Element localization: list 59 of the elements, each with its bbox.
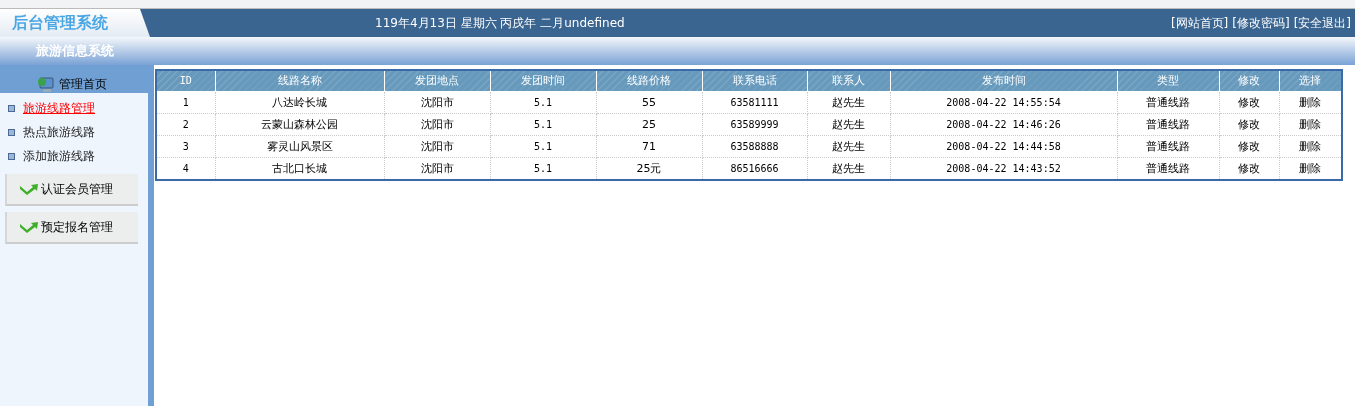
column-header: 联系人 [807,70,890,91]
bullet-icon [8,104,15,112]
table-cell: 2008-04-22 14:46:26 [890,113,1117,135]
table-cell: 普通线路 [1117,91,1219,113]
table-cell: 八达岭长城 [215,91,384,113]
column-header: 类型 [1117,70,1219,91]
menu-link[interactable]: 旅游线路管理 [23,99,95,117]
table-cell: 63581111 [702,91,807,113]
table-cell: 25 [596,113,702,135]
menu-link[interactable]: 添加旅游线路 [23,147,95,165]
column-header: 联系电话 [702,70,807,91]
column-header: 修改 [1219,70,1279,91]
arrow-icon [19,220,39,234]
table-cell: 3 [156,135,215,157]
computer-icon [37,77,55,93]
table-cell: 63588888 [702,135,807,157]
arrow-icon [19,182,39,196]
menu-section-button[interactable]: 认证会员管理 [5,174,138,206]
table-cell: 2008-04-22 14:44:58 [890,135,1117,157]
header-link[interactable]: [网站首页] [1170,14,1229,32]
table-cell: 2008-04-22 14:55:54 [890,91,1117,113]
table-cell: 沈阳市 [384,135,490,157]
table-cell: 1 [156,91,215,113]
table-cell: 55 [596,91,702,113]
menu-link[interactable]: 热点旅游线路 [23,123,95,141]
table-cell: 赵先生 [807,135,890,157]
table-cell: 普通线路 [1117,113,1219,135]
table-cell: 赵先生 [807,91,890,113]
table-cell: 赵先生 [807,113,890,135]
table-cell: 5.1 [490,91,596,113]
table-cell: 云蒙山森林公园 [215,113,384,135]
system-title: 旅游信息系统 [36,42,114,60]
menu-section-button[interactable]: 预定报名管理 [5,212,138,244]
table-cell: 71 [596,135,702,157]
column-header: 发布时间 [890,70,1117,91]
header-link[interactable]: [安全退出] [1293,14,1351,32]
table-cell[interactable]: 修改 [1219,91,1279,113]
column-header: 发团时间 [490,70,596,91]
logo-title: 后台管理系统 [12,12,108,34]
table-cell: 5.1 [490,135,596,157]
bullet-icon [8,152,15,160]
table-cell: 普通线路 [1117,135,1219,157]
column-header: 线路名称 [215,70,384,91]
column-header: 选择 [1279,70,1342,91]
home-link[interactable]: 管理首页 [59,76,107,93]
header-link[interactable]: [修改密码] [1232,14,1290,32]
column-header: 发团地点 [384,70,490,91]
column-header: 线路价格 [596,70,702,91]
table-cell: 5.1 [490,113,596,135]
table-cell[interactable]: 修改 [1219,135,1279,157]
date-text: 119年4月13日 星期六 丙戌年 二月undefined [375,14,625,32]
table-cell: 2 [156,113,215,135]
table-cell: 63589999 [702,113,807,135]
table-cell: 沈阳市 [384,113,490,135]
column-header: ID [156,70,215,91]
table-cell: 沈阳市 [384,91,490,113]
bullet-icon [8,128,15,136]
table-cell[interactable]: 修改 [1219,113,1279,135]
table-cell: 雾灵山风景区 [215,135,384,157]
